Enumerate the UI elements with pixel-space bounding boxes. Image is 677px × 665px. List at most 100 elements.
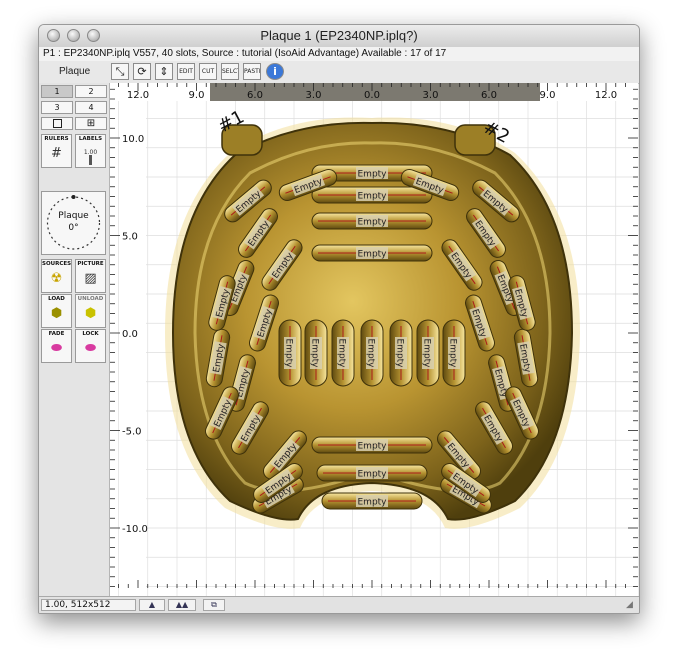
edit-button[interactable]: EDIT (177, 63, 195, 80)
slot-label: Empty (357, 218, 387, 228)
seed-slot[interactable]: Empty (311, 436, 433, 454)
grid-view-icon: ⊞ (86, 118, 96, 129)
picture-button[interactable]: PICTURE ▨ (75, 259, 106, 293)
status-bar: 1.00, 512x512 ▲ ▲▲ ⧉ ◢ (39, 596, 639, 613)
seed-slot[interactable]: Empty (389, 319, 413, 387)
seed-slot[interactable]: Empty (321, 492, 423, 510)
seed-slot[interactable]: Empty (360, 319, 384, 387)
single-view-icon (52, 119, 62, 128)
move-tool-button[interactable]: ⇕ (155, 63, 173, 80)
seed-slot[interactable]: Empty (331, 319, 355, 387)
unload-label: UNLOAD (77, 296, 104, 302)
slot-label: Empty (310, 338, 320, 368)
toolbar: Plaque ⤡ ⟳ ⇕ EDIT CUT SELCT PASTE i (39, 61, 639, 84)
cursor-tool-icon: ⤡ (115, 65, 125, 78)
labels-label: LABELS (78, 136, 103, 142)
v-tick-label: 0.0 (122, 329, 138, 340)
plaque-info-bar: P1 : EP2340NP.iplq V557, 40 slots, Sourc… (39, 47, 639, 61)
copy-view-button[interactable]: ⧉ (203, 599, 225, 611)
load-label: LOAD (48, 296, 65, 302)
fade-button[interactable]: FADE ⬬ (41, 329, 72, 363)
grid-view-button[interactable]: ⊞ (75, 117, 107, 130)
plaque-4-button[interactable]: 4 (75, 101, 107, 114)
seed-slot[interactable]: Empty (304, 319, 328, 387)
rotation-dial[interactable]: Plaque 0° (41, 191, 106, 255)
unload-button[interactable]: UNLOAD ⬢ (75, 294, 106, 328)
seed-slot[interactable]: Empty (316, 464, 428, 482)
lock-icon: ⬬ (84, 341, 97, 356)
v-tick-label: -5.0 (122, 427, 142, 438)
h-tick-label: 12.0 (595, 90, 617, 101)
info-icon[interactable]: i (266, 63, 284, 80)
move-tool-icon: ⇕ (159, 65, 169, 78)
window-title: Plaque 1 (EP2340NP.iplq?) (260, 28, 418, 43)
lock-button[interactable]: LOCK ⬬ (75, 329, 106, 363)
h-tick-label: 6.0 (481, 90, 497, 101)
plaque-label: Plaque (59, 66, 91, 77)
rulers-button[interactable]: RULERS # (41, 134, 72, 168)
plaque-canvas[interactable]: Empty Empty Empty Empty Empty Empty Empty Empty… (110, 83, 638, 596)
plaque-view[interactable]: Empty Empty Empty Empty Empty Empty Empty Empty… (110, 83, 638, 596)
seed-slot[interactable]: Empty (311, 244, 433, 262)
seed-slot[interactable]: Empty (442, 319, 466, 387)
plaque-3-button[interactable]: 3 (41, 101, 73, 114)
seed-slot[interactable]: Empty (311, 186, 433, 204)
picture-icon: ▨ (84, 271, 97, 286)
v-tick-label: 10.0 (122, 134, 144, 145)
seed-slot[interactable]: Empty (416, 319, 440, 387)
slot-label: Empty (357, 170, 387, 180)
picture-label: PICTURE (77, 261, 104, 267)
lock-label: LOCK (82, 331, 99, 337)
slot-label: Empty (357, 442, 387, 452)
slot-label: Empty (357, 498, 387, 508)
zoom-readout: 1.00, 512x512 (41, 599, 136, 611)
zoom-out-button[interactable]: ▲ (139, 599, 165, 611)
resize-grip-icon[interactable]: ◢ (626, 600, 637, 611)
load-button[interactable]: LOAD ⬢ (41, 294, 72, 328)
dial-angle: 0° (68, 223, 79, 233)
plaque-window: Plaque 1 (EP2340NP.iplq?) P1 : EP2340NP.… (38, 24, 640, 614)
h-tick-label: 6.0 (247, 90, 263, 101)
labels-slider-icon (89, 155, 92, 165)
fade-label: FADE (48, 331, 65, 337)
plaque-2-button[interactable]: 2 (75, 85, 107, 98)
h-tick-label: 3.0 (306, 90, 322, 101)
labels-button[interactable]: LABELS 1.00 (75, 134, 106, 168)
mountain-large-icon: ▲▲ (175, 600, 189, 609)
radiation-icon: ☢ (50, 271, 63, 286)
seed-slot[interactable]: Empty (311, 212, 433, 230)
h-tick-label: 9.0 (540, 90, 556, 101)
title-bar: Plaque 1 (EP2340NP.iplq?) (39, 25, 639, 48)
slot-label: Empty (395, 338, 405, 368)
sources-button[interactable]: SOURCES ☢ (41, 259, 72, 293)
paste-button[interactable]: PASTE (243, 63, 261, 80)
seed-slot[interactable]: Empty (278, 319, 302, 387)
slot-label: Empty (357, 250, 387, 260)
copy-icon: ⧉ (211, 600, 217, 609)
h-tick-label: 12.0 (127, 90, 149, 101)
rotate-tool-button[interactable]: ⟳ (133, 63, 151, 80)
fade-icon: ⬬ (50, 341, 63, 356)
slot-label: Empty (337, 338, 347, 368)
h-tick-label: 3.0 (423, 90, 439, 101)
slot-label: Empty (422, 338, 432, 368)
cursor-tool-button[interactable]: ⤡ (111, 63, 129, 80)
tool-sidebar: 1 2 3 4 ⊞ RULERS # LABELS 1.00 Plaque 0° (39, 83, 110, 596)
select-button[interactable]: SELCT (221, 63, 239, 80)
single-view-button[interactable] (41, 117, 73, 130)
plaque-1-button[interactable]: 1 (41, 85, 73, 98)
slot-label: Empty (366, 338, 376, 368)
slot-label: Empty (357, 192, 387, 202)
rulers-label: RULERS (44, 136, 69, 142)
slot-label: Empty (357, 470, 387, 480)
zoom-in-button[interactable]: ▲▲ (168, 599, 196, 611)
h-tick-label: 0.0 (364, 90, 380, 101)
h-tick-label: 9.0 (189, 90, 205, 101)
rotate-tool-icon: ⟳ (137, 65, 147, 78)
dial-label: Plaque (58, 211, 89, 221)
slot-label: Empty (284, 338, 294, 368)
slot-label: Empty (448, 338, 458, 368)
sources-label: SOURCES (42, 261, 72, 267)
cut-button[interactable]: CUT (199, 63, 217, 80)
unload-seed-icon: ⬢ (84, 306, 97, 321)
